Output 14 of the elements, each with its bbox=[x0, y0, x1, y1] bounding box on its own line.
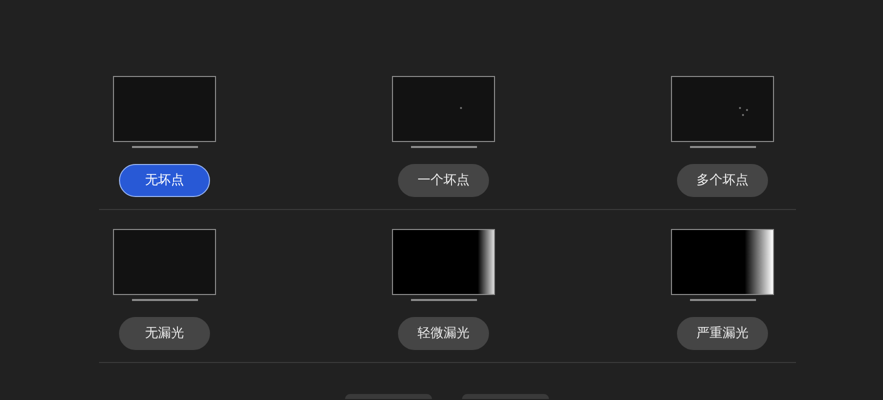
bottom-button[interactable] bbox=[345, 394, 432, 399]
option-button[interactable]: 多个坏点 bbox=[677, 164, 768, 197]
option-button[interactable]: 一个坏点 bbox=[398, 164, 489, 197]
tv-icon bbox=[392, 76, 495, 148]
tv-icon bbox=[671, 76, 774, 148]
tv-icon bbox=[671, 229, 774, 301]
option-button[interactable]: 严重漏光 bbox=[677, 317, 768, 350]
option-button[interactable]: 无漏光 bbox=[119, 317, 210, 350]
option-button[interactable]: 轻微漏光 bbox=[398, 317, 489, 350]
bottom-button[interactable] bbox=[462, 394, 549, 399]
tv-icon bbox=[392, 229, 495, 301]
tv-icon bbox=[113, 229, 216, 301]
option-button[interactable]: 无坏点 bbox=[119, 164, 210, 197]
tv-icon bbox=[113, 76, 216, 148]
